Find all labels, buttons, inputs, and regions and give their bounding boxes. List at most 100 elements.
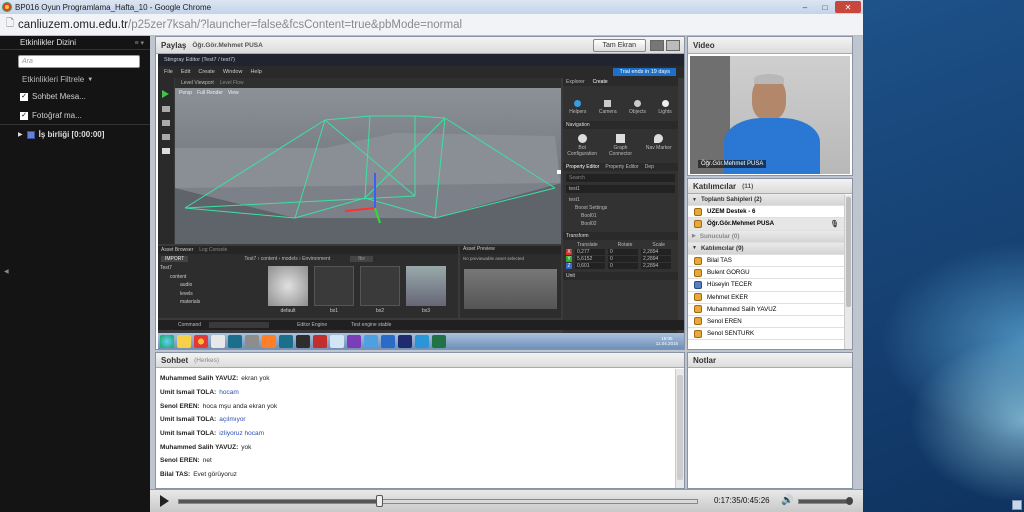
play-icon: [162, 90, 169, 98]
volume-slider[interactable]: [798, 499, 852, 504]
transform-axis: Y: [566, 256, 572, 262]
asset-thumbnail: [268, 266, 308, 306]
chat-messages: Muhammed Salih YAVUZ: ekran yok Umit Ismai…: [156, 368, 684, 482]
transform-col: Rotate: [617, 242, 633, 248]
url-host: canliuzem.omu.edu.tr: [18, 18, 128, 31]
fullscreen-button[interactable]: Tam Ekran: [592, 38, 646, 52]
chat-author: Umit Ismail TOLA:: [160, 416, 217, 424]
video-pod: Video Öğr.Gör.Mehmet PUSA: [687, 36, 853, 176]
shared-screen-editor: Stingray Editor (Test7 / test7) File Edi…: [158, 54, 684, 334]
participant-row[interactable]: Senol SENTURK: [688, 328, 845, 341]
editor-trial-badge: Trial ends in 19 days: [613, 68, 676, 76]
expand-arrow-icon: ▶: [692, 233, 696, 240]
attendee-icon: [694, 329, 702, 338]
folder-item: materials: [180, 299, 201, 305]
close-button[interactable]: ✕: [835, 1, 861, 13]
app-icon: [364, 334, 378, 348]
transform-col: Scale: [652, 242, 665, 248]
play-button-icon[interactable]: [160, 495, 169, 507]
asset-label: default: [280, 308, 296, 314]
notes-area[interactable]: [688, 368, 852, 488]
prop-tree-item: test1: [569, 197, 580, 203]
asset-breadcrumb: Test7 › content › models › Environment: [244, 255, 331, 262]
tool-icon: [162, 134, 170, 140]
video-presenter-label: Öğr.Gör.Mehmet PUSA: [698, 160, 767, 168]
maximize-button[interactable]: □: [815, 1, 835, 13]
sidebar-search-input[interactable]: Ara: [22, 58, 33, 65]
app-icon: [296, 334, 310, 348]
participant-row[interactable]: Senol EREN: [688, 316, 845, 329]
url-path: /p25zer7ksah/?launcher=false&fcsContent=…: [128, 18, 463, 31]
seek-thumb[interactable]: [376, 495, 384, 507]
editor-menu-edit: Edit: [180, 69, 191, 75]
filter-photo-checkbox-row[interactable]: ✓ Fotoğraf ma...: [20, 111, 150, 120]
group-hosts-header[interactable]: ▼ Toplantı Sahipleri (2): [688, 194, 845, 207]
filter-chat-checkbox-row[interactable]: ✓ Sohbet Mesa...: [20, 92, 150, 101]
transform-value: 2,2894: [641, 263, 671, 269]
attendee-icon: [694, 268, 702, 277]
collaboration-icon: [26, 130, 35, 139]
volume-thumb[interactable]: [846, 497, 854, 505]
chat-author: Muhammed Salih YAVUZ:: [160, 443, 239, 451]
participant-row[interactable]: Mehmet EKER: [688, 292, 845, 304]
seek-bar[interactable]: [178, 499, 698, 504]
show-desktop-button[interactable]: [1012, 500, 1022, 510]
actual-size-icon[interactable]: [666, 39, 680, 51]
create-tab: Create: [592, 79, 608, 85]
participants-title: Katılımcılar: [693, 181, 737, 191]
chat-author: Senol EREN:: [160, 457, 200, 465]
sidebar-menu-icon[interactable]: ≡ ▾: [134, 39, 144, 47]
transform-value: 0: [608, 263, 638, 269]
property-name: test1: [566, 185, 675, 193]
attendee-icon: [694, 280, 702, 289]
transform-value: 0: [608, 249, 638, 255]
editor-toolbar: [158, 78, 174, 244]
participant-row[interactable]: Öğr.Gör.Mehmet PUSA 🎙: [688, 218, 845, 231]
skype-icon: [415, 334, 429, 348]
participant-row[interactable]: Bilal TAS: [688, 255, 845, 268]
group-hosts-label: Toplantı Sahipleri (2): [700, 196, 762, 204]
group-presenters-label: Sunucular (0): [699, 232, 740, 240]
remote-clock-date: 11.04.2016: [655, 341, 678, 346]
app-icon: [279, 334, 293, 348]
participant-name: Bulent GORGU: [707, 269, 750, 277]
participants-count: (11): [742, 182, 754, 190]
transform-row: Z 0,601 0 2,2894: [566, 263, 675, 269]
meeting-app: Etkinlikler Dizini ≡ ▾ Ara Etkinlikleri …: [0, 36, 863, 512]
chat-message: Bilal TAS: Evet görüyoruz: [156, 468, 684, 482]
participant-row[interactable]: Muhammed Salih YAVUZ: [688, 304, 845, 316]
app-icon: [245, 334, 259, 348]
participant-row[interactable]: UZEM Destek - 6: [688, 206, 845, 219]
fit-view-icon[interactable]: [650, 39, 664, 51]
event-item-collaboration[interactable]: ▶ İş birliği [0:00:00]: [18, 130, 104, 139]
participant-row[interactable]: Bulent GORGU: [688, 267, 845, 280]
attendee-icon: [694, 293, 702, 302]
group-presenters-header[interactable]: ▶ Sunucular (0): [688, 230, 845, 243]
create-objects: Objects: [629, 109, 646, 115]
log-console-tab: Log Console: [199, 247, 228, 253]
checkbox-checked-icon[interactable]: ✓: [20, 92, 28, 101]
page-info-icon[interactable]: 🗋: [6, 16, 14, 33]
asset-folder-tree: Test7 content audio levels materials: [160, 264, 256, 307]
volume-icon[interactable]: 🔊: [781, 495, 793, 506]
chat-scope: (Herkes): [194, 356, 220, 364]
create-camera: Camera: [598, 109, 617, 115]
sidebar-collapse-icon[interactable]: ◀: [4, 268, 9, 275]
viewport-scene: [175, 115, 561, 244]
group-participants-header[interactable]: ▼ Katılımcılar (9): [688, 242, 845, 255]
filter-photo-label: Fotoğraf ma...: [32, 111, 82, 120]
chat-text: hoca mşu anda ekran yok: [202, 402, 278, 410]
transform-value: 5,6152: [575, 256, 605, 262]
participant-name: UZEM Destek - 6: [707, 208, 756, 216]
address-bar[interactable]: 🗋 canliuzem.omu.edu.tr /p25zer7ksah/?lau…: [0, 14, 863, 36]
minimize-button[interactable]: –: [795, 1, 815, 13]
app-icon: [211, 334, 225, 348]
prop-tree-item: Bool02: [581, 221, 597, 227]
participant-name: Öğr.Gör.Mehmet PUSA: [707, 220, 775, 228]
participant-row[interactable]: Hüseyin TECER: [688, 279, 845, 292]
chat-text: açılmıyor: [219, 416, 246, 424]
checkbox-checked-icon[interactable]: ✓: [20, 111, 28, 120]
participants-scrollbar[interactable]: [844, 195, 852, 349]
filter-events-dropdown[interactable]: Etkinlikleri Filtrele: [22, 75, 84, 84]
chat-scrollbar[interactable]: [675, 369, 684, 488]
